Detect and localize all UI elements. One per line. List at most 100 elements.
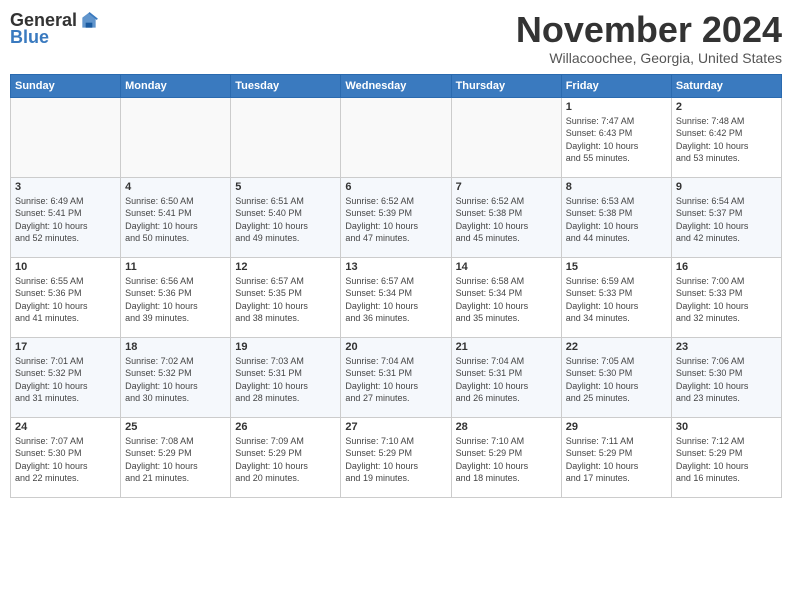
day-number: 26 [235,421,336,433]
logo-icon [79,11,99,31]
day-number: 9 [676,181,777,193]
day-number: 7 [456,181,557,193]
day-info: Sunrise: 7:09 AM Sunset: 5:29 PM Dayligh… [235,435,336,485]
calendar-cell: 30 Sunrise: 7:12 AM Sunset: 5:29 PM Dayli… [671,417,781,497]
calendar-cell: 2Sunrise: 7:48 AM Sunset: 6:42 PM Daylig… [671,97,781,177]
calendar-cell [121,97,231,177]
day-number: 25 [125,421,226,433]
day-number: 19 [235,341,336,353]
calendar-cell: 5 Sunrise: 6:51 AM Sunset: 5:40 PM Daylig… [231,177,341,257]
day-number: 24 [15,421,116,433]
calendar-cell: 17Sunrise: 7:01 AM Sunset: 5:32 PM Dayli… [11,337,121,417]
day-info: Sunrise: 7:48 AM Sunset: 6:42 PM Dayligh… [676,115,777,165]
calendar-cell [11,97,121,177]
day-number: 11 [125,261,226,273]
day-info: Sunrise: 7:04 AM Sunset: 5:31 PM Dayligh… [456,355,557,405]
calendar-cell [231,97,341,177]
calendar-cell: 7 Sunrise: 6:52 AM Sunset: 5:38 PM Daylig… [451,177,561,257]
calendar-cell: 23 Sunrise: 7:06 AM Sunset: 5:30 PM Dayli… [671,337,781,417]
logo-blue-text: Blue [10,27,49,48]
day-info: Sunrise: 6:54 AM Sunset: 5:37 PM Dayligh… [676,195,777,245]
day-info: Sunrise: 6:50 AM Sunset: 5:41 PM Dayligh… [125,195,226,245]
calendar-cell: 26 Sunrise: 7:09 AM Sunset: 5:29 PM Dayli… [231,417,341,497]
day-info: Sunrise: 7:07 AM Sunset: 5:30 PM Dayligh… [15,435,116,485]
calendar-cell: 21 Sunrise: 7:04 AM Sunset: 5:31 PM Dayli… [451,337,561,417]
day-number: 29 [566,421,667,433]
day-info: Sunrise: 7:12 AM Sunset: 5:29 PM Dayligh… [676,435,777,485]
calendar-cell: 15 Sunrise: 6:59 AM Sunset: 5:33 PM Dayli… [561,257,671,337]
calendar-cell: 10Sunrise: 6:55 AM Sunset: 5:36 PM Dayli… [11,257,121,337]
day-info: Sunrise: 6:57 AM Sunset: 5:35 PM Dayligh… [235,275,336,325]
day-number: 17 [15,341,116,353]
calendar-cell: 11 Sunrise: 6:56 AM Sunset: 5:36 PM Dayli… [121,257,231,337]
day-info: Sunrise: 6:53 AM Sunset: 5:38 PM Dayligh… [566,195,667,245]
calendar-cell: 14 Sunrise: 6:58 AM Sunset: 5:34 PM Dayli… [451,257,561,337]
day-info: Sunrise: 7:10 AM Sunset: 5:29 PM Dayligh… [456,435,557,485]
day-number: 4 [125,181,226,193]
calendar-cell: 8Sunrise: 6:53 AM Sunset: 5:38 PM Daylig… [561,177,671,257]
day-info: Sunrise: 6:55 AM Sunset: 5:36 PM Dayligh… [15,275,116,325]
calendar-cell: 24 Sunrise: 7:07 AM Sunset: 5:30 PM Dayli… [11,417,121,497]
day-number: 3 [15,181,116,193]
calendar-cell [451,97,561,177]
calendar-table: SundayMondayTuesdayWednesdayThursdayFrid… [10,74,782,498]
day-number: 5 [235,181,336,193]
calendar-week-1: 1 Sunrise: 7:47 AM Sunset: 6:43 PM Daylig… [11,97,782,177]
day-info: Sunrise: 6:56 AM Sunset: 5:36 PM Dayligh… [125,275,226,325]
day-info: Sunrise: 7:08 AM Sunset: 5:29 PM Dayligh… [125,435,226,485]
calendar-cell: 22 Sunrise: 7:05 AM Sunset: 5:30 PM Dayli… [561,337,671,417]
calendar-cell: 18Sunrise: 7:02 AM Sunset: 5:32 PM Dayli… [121,337,231,417]
day-info: Sunrise: 7:11 AM Sunset: 5:29 PM Dayligh… [566,435,667,485]
day-number: 18 [125,341,226,353]
day-info: Sunrise: 7:06 AM Sunset: 5:30 PM Dayligh… [676,355,777,405]
day-number: 20 [345,341,446,353]
calendar-cell: 3Sunrise: 6:49 AM Sunset: 5:41 PM Daylig… [11,177,121,257]
location-text: Willacoochee, Georgia, United States [516,50,782,66]
day-number: 1 [566,101,667,113]
calendar-cell: 20 Sunrise: 7:04 AM Sunset: 5:31 PM Dayli… [341,337,451,417]
calendar-week-4: 17Sunrise: 7:01 AM Sunset: 5:32 PM Dayli… [11,337,782,417]
day-info: Sunrise: 6:57 AM Sunset: 5:34 PM Dayligh… [345,275,446,325]
day-info: Sunrise: 6:51 AM Sunset: 5:40 PM Dayligh… [235,195,336,245]
day-info: Sunrise: 6:52 AM Sunset: 5:38 PM Dayligh… [456,195,557,245]
calendar-cell: 13Sunrise: 6:57 AM Sunset: 5:34 PM Dayli… [341,257,451,337]
day-number: 16 [676,261,777,273]
day-info: Sunrise: 6:58 AM Sunset: 5:34 PM Dayligh… [456,275,557,325]
day-number: 27 [345,421,446,433]
calendar-cell: 28 Sunrise: 7:10 AM Sunset: 5:29 PM Dayli… [451,417,561,497]
weekday-header-tuesday: Tuesday [231,74,341,97]
weekday-header-row: SundayMondayTuesdayWednesdayThursdayFrid… [11,74,782,97]
weekday-header-sunday: Sunday [11,74,121,97]
logo: General Blue [10,10,99,48]
calendar-cell: 9 Sunrise: 6:54 AM Sunset: 5:37 PM Daylig… [671,177,781,257]
day-number: 22 [566,341,667,353]
weekday-header-thursday: Thursday [451,74,561,97]
day-info: Sunrise: 7:00 AM Sunset: 5:33 PM Dayligh… [676,275,777,325]
weekday-header-wednesday: Wednesday [341,74,451,97]
weekday-header-friday: Friday [561,74,671,97]
calendar-cell: 27Sunrise: 7:10 AM Sunset: 5:29 PM Dayli… [341,417,451,497]
calendar-cell [341,97,451,177]
day-number: 15 [566,261,667,273]
day-info: Sunrise: 7:05 AM Sunset: 5:30 PM Dayligh… [566,355,667,405]
day-number: 14 [456,261,557,273]
title-block: November 2024 Willacoochee, Georgia, Uni… [516,10,782,66]
day-number: 30 [676,421,777,433]
calendar-cell: 1 Sunrise: 7:47 AM Sunset: 6:43 PM Daylig… [561,97,671,177]
calendar-cell: 29 Sunrise: 7:11 AM Sunset: 5:29 PM Dayli… [561,417,671,497]
calendar-cell: 4 Sunrise: 6:50 AM Sunset: 5:41 PM Daylig… [121,177,231,257]
day-info: Sunrise: 7:03 AM Sunset: 5:31 PM Dayligh… [235,355,336,405]
calendar-cell: 12 Sunrise: 6:57 AM Sunset: 5:35 PM Dayli… [231,257,341,337]
month-title: November 2024 [516,10,782,50]
calendar-week-5: 24 Sunrise: 7:07 AM Sunset: 5:30 PM Dayli… [11,417,782,497]
weekday-header-monday: Monday [121,74,231,97]
calendar-cell: 16 Sunrise: 7:00 AM Sunset: 5:33 PM Dayli… [671,257,781,337]
day-number: 21 [456,341,557,353]
day-number: 12 [235,261,336,273]
day-number: 28 [456,421,557,433]
calendar-cell: 19 Sunrise: 7:03 AM Sunset: 5:31 PM Dayli… [231,337,341,417]
day-info: Sunrise: 7:04 AM Sunset: 5:31 PM Dayligh… [345,355,446,405]
day-info: Sunrise: 7:47 AM Sunset: 6:43 PM Dayligh… [566,115,667,165]
day-number: 23 [676,341,777,353]
day-info: Sunrise: 6:59 AM Sunset: 5:33 PM Dayligh… [566,275,667,325]
